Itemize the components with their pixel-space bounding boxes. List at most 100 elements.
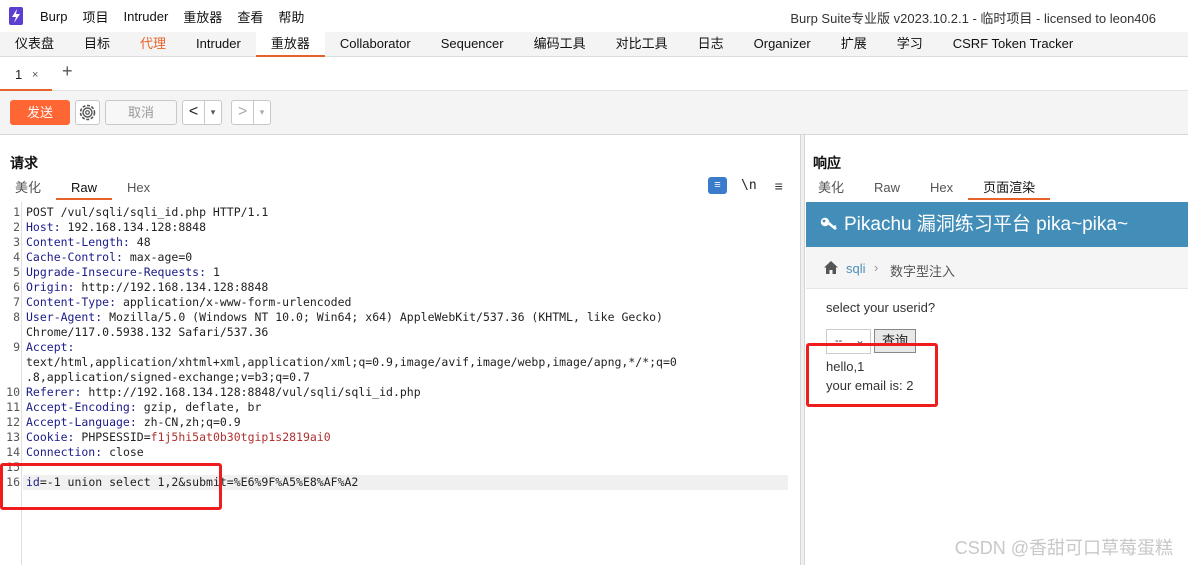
request-line-text: POST /vul/sqli/sqli_id.php HTTP/1.1: [26, 205, 268, 220]
header-name: Cache-Control:: [26, 250, 123, 264]
breadcrumb-current: 数字型注入: [890, 264, 956, 279]
header-value: http://192.168.134.128:8848: [74, 280, 269, 294]
window-title: Burp Suite专业版 v2023.10.2.1 - 临时项目 - lice…: [790, 11, 1156, 26]
tab-comparer[interactable]: 对比工具: [601, 32, 683, 57]
menu-project[interactable]: 项目: [82, 7, 108, 26]
tab-extensions[interactable]: 扩展: [826, 32, 882, 57]
tab-sequencer[interactable]: Sequencer: [426, 32, 519, 57]
repeater-toolbar: 发送 取消 < ▾ > ▾: [0, 91, 1188, 135]
breadcrumb-separator: ›: [874, 260, 879, 275]
menu-help[interactable]: 帮助: [278, 7, 304, 26]
repeater-tab-1[interactable]: 1 ×: [0, 63, 52, 91]
response-tab-raw[interactable]: Raw: [859, 178, 915, 200]
burp-logo-icon: [9, 7, 23, 25]
header-name: Referer:: [26, 385, 82, 399]
request-line-text: .8,application/signed-exchange;v=b3;q=0.…: [26, 370, 310, 385]
line-number: 14: [6, 445, 20, 459]
request-line-text: Accept-Language: zh-CN,zh;q=0.9: [26, 415, 241, 430]
header-value: zh-CN,zh;q=0.9: [136, 415, 241, 429]
line-number: 13: [6, 430, 20, 444]
menu-repeater[interactable]: 重放器: [183, 7, 222, 26]
newline-toggle-icon[interactable]: \n: [741, 178, 757, 193]
header-name: Accept:: [26, 340, 75, 354]
header-value: http://192.168.134.128:8848/vul/sqli/sql…: [81, 385, 421, 399]
response-tab-hex[interactable]: Hex: [915, 178, 968, 200]
menu-view[interactable]: 查看: [237, 7, 263, 26]
tab-logger[interactable]: 日志: [683, 32, 739, 57]
request-tab-hex[interactable]: Hex: [112, 178, 165, 200]
tab-csrf-token-tracker[interactable]: CSRF Token Tracker: [938, 32, 1088, 57]
request-tab-raw[interactable]: Raw: [56, 178, 113, 200]
request-line-text: Cookie: PHPSESSID=f1j5hi5at0b30tgip1s281…: [26, 430, 331, 445]
back-button[interactable]: <: [183, 101, 204, 124]
request-editor[interactable]: 1 POST /vul/sqli/sqli_id.php HTTP/1.1 2 Hos…: [0, 202, 800, 565]
menu-burp[interactable]: Burp: [40, 9, 67, 24]
request-line-text: Host: 192.168.134.128:8848: [26, 220, 206, 235]
tab-proxy[interactable]: 代理: [125, 32, 181, 57]
request-title: 请求: [10, 155, 38, 171]
line-number: 7: [13, 295, 20, 309]
tab-repeater[interactable]: 重放器: [255, 32, 325, 57]
header-name: Upgrade-Insecure-Requests:: [26, 265, 207, 279]
request-view-tabs: 美化 Raw Hex: [0, 178, 165, 200]
request-line-text: Accept:: [26, 340, 74, 355]
request-tab-pretty[interactable]: 美化: [0, 178, 56, 200]
breadcrumb-link-sqli[interactable]: sqli: [846, 261, 866, 276]
tab-organizer[interactable]: Organizer: [739, 32, 826, 57]
pikachu-header: Pikachu 漏洞练习平台 pika~pika~: [806, 202, 1188, 247]
header-value: close: [102, 445, 144, 459]
forward-history-dropdown[interactable]: ▾: [253, 101, 270, 124]
request-line-text: Content-Type: application/x-www-form-url…: [26, 295, 351, 310]
repeater-tab-label: 1: [15, 67, 23, 82]
header-name: Content-Type:: [26, 295, 117, 309]
title-bar: Burp 项目 Intruder 重放器 查看 帮助 Burp Suite专业版…: [0, 0, 1188, 32]
line-number: 6: [13, 280, 20, 294]
header-value: application/x-www-form-urlencoded: [116, 295, 352, 309]
tab-dashboard[interactable]: 仪表盘: [0, 32, 69, 57]
response-title: 响应: [813, 155, 841, 171]
request-line-text: User-Agent: Mozilla/5.0 (Windows NT 10.0…: [26, 310, 663, 325]
payload-highlight-box: [0, 463, 222, 510]
header-name: Accept-Language:: [26, 415, 137, 429]
request-line-text: Content-Length: 48: [26, 235, 151, 250]
tab-collaborator[interactable]: Collaborator: [325, 32, 426, 57]
cancel-button[interactable]: 取消: [105, 100, 177, 125]
response-tab-render[interactable]: 页面渲染: [968, 178, 1051, 200]
request-line-text: Referer: http://192.168.134.128:8848/vul…: [26, 385, 421, 400]
response-tab-pretty[interactable]: 美化: [803, 178, 859, 200]
request-line-text: Origin: http://192.168.134.128:8848: [26, 280, 268, 295]
tab-target[interactable]: 目标: [69, 32, 125, 57]
header-value: .8,application/signed-exchange;v=b3;q=0.…: [26, 370, 310, 384]
tab-learn[interactable]: 学习: [882, 32, 938, 57]
line-number: 3: [13, 235, 20, 249]
line-number: 5: [13, 265, 20, 279]
word-wrap-icon[interactable]: ≡: [708, 177, 727, 194]
header-value: max-age=0: [122, 250, 193, 264]
request-line-text: Chrome/117.0.5938.132 Safari/537.36: [26, 325, 268, 340]
back-history-dropdown[interactable]: ▾: [204, 101, 221, 124]
line-number: 10: [6, 385, 20, 399]
send-button[interactable]: 发送: [10, 100, 70, 125]
tab-decoder[interactable]: 编码工具: [519, 32, 601, 57]
result-highlight-box: [806, 343, 938, 407]
response-view-tabs: 美化 Raw Hex 页面渲染: [803, 178, 1051, 200]
header-name: User-Agent:: [26, 310, 103, 324]
forward-button[interactable]: >: [232, 101, 253, 124]
add-tab-icon[interactable]: +: [62, 61, 73, 82]
tab-intruder[interactable]: Intruder: [181, 32, 256, 57]
line-number: 4: [13, 250, 20, 264]
line-number: 11: [6, 400, 20, 414]
settings-button[interactable]: [75, 100, 100, 125]
request-editor-options: ≡ \n ≡: [708, 177, 783, 194]
close-icon[interactable]: ×: [32, 69, 38, 81]
cookie-value: f1j5hi5at0b30tgip1s2819ai0: [150, 430, 331, 444]
key-icon: [820, 217, 837, 230]
request-line-text: Accept-Encoding: gzip, deflate, br: [26, 400, 261, 415]
menu-intruder[interactable]: Intruder: [123, 9, 168, 24]
header-value: PHPSESSID=: [74, 430, 151, 444]
line-number: 12: [6, 415, 20, 429]
header-name: Origin:: [26, 280, 75, 294]
header-value: gzip, deflate, br: [136, 400, 262, 414]
menu-icon[interactable]: ≡: [775, 178, 783, 194]
home-icon[interactable]: [823, 260, 839, 275]
